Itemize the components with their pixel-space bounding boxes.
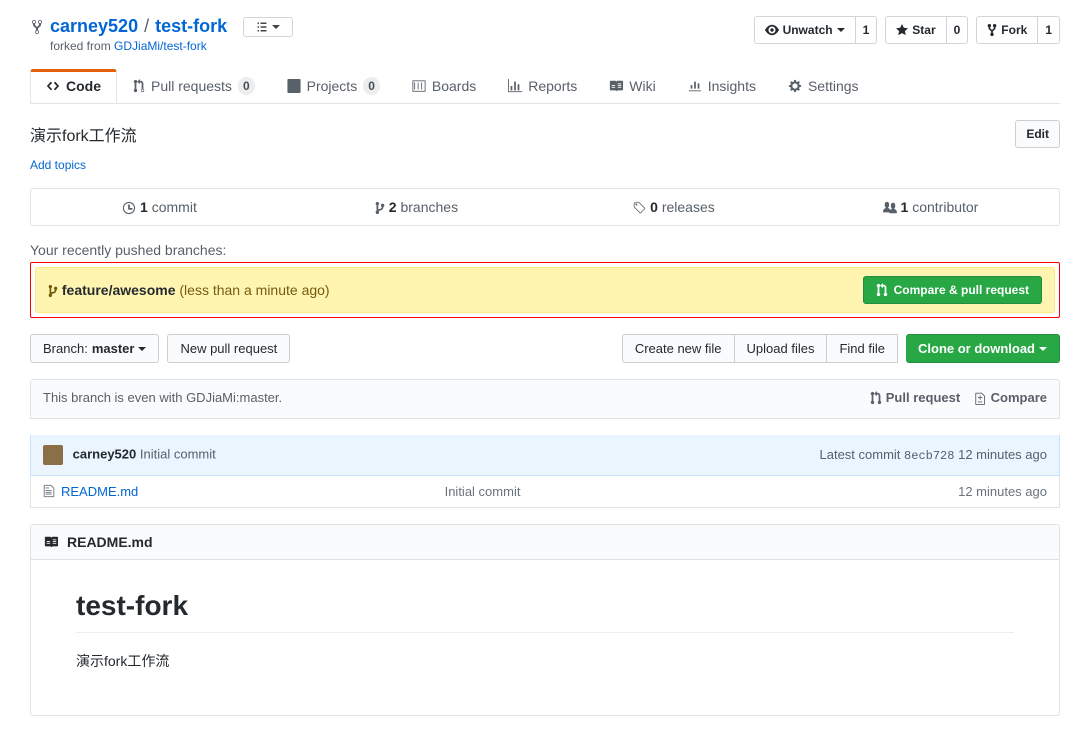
readme-p: 演示fork工作流: [76, 651, 1014, 671]
file-age: 12 minutes ago: [958, 484, 1047, 499]
fork-tree-button[interactable]: [243, 17, 293, 37]
avatar[interactable]: [43, 445, 63, 465]
repo-stats: 1 commit 2 branches 0 releases 1 contrib…: [30, 188, 1060, 226]
branch-select-button[interactable]: Branch: master: [30, 334, 159, 363]
readme-content: test-fork 演示fork工作流: [31, 560, 1059, 716]
book-icon: [609, 79, 623, 93]
releases-stat[interactable]: 0 releases: [545, 189, 802, 225]
readme-box: README.md test-fork 演示fork工作流: [30, 524, 1060, 717]
branch-comparison-bar: This branch is even with GDJiaMi:master.…: [30, 379, 1060, 419]
compare-link[interactable]: Compare: [975, 390, 1047, 405]
pull-request-link[interactable]: Pull request: [870, 390, 960, 405]
repo-description: 演示fork工作流: [30, 122, 137, 146]
git-branch-icon: [48, 284, 58, 298]
list-unordered-icon: [256, 21, 268, 33]
people-icon: [883, 201, 897, 215]
caret-icon: [138, 347, 146, 351]
branch-even-text: This branch is even with GDJiaMi:master.: [43, 390, 282, 408]
page-actions: Unwatch 1 Star 0 Fork 1: [754, 16, 1060, 44]
commit-message[interactable]: Initial commit: [140, 446, 216, 461]
tag-icon: [632, 201, 646, 215]
recent-branches-label: Your recently pushed branches:: [30, 242, 1060, 258]
gear-icon: [788, 79, 802, 93]
commits-stat[interactable]: 1 commit: [31, 189, 288, 225]
star-count[interactable]: 0: [947, 16, 969, 44]
tab-reports[interactable]: Reports: [492, 69, 593, 103]
pr-count: 0: [238, 77, 255, 95]
star-icon: [896, 23, 908, 37]
git-pull-request-icon: [133, 79, 145, 93]
contributors-stat[interactable]: 1 contributor: [802, 189, 1059, 225]
upload-files-button[interactable]: Upload files: [735, 334, 828, 363]
repo-name-link[interactable]: test-fork: [155, 16, 227, 37]
new-pull-request-button[interactable]: New pull request: [167, 334, 290, 363]
file-commit-message[interactable]: Initial commit: [445, 484, 959, 499]
repo-tabs: Code Pull requests0 Projects0 Boards Rep…: [30, 69, 1060, 104]
tab-insights[interactable]: Insights: [672, 69, 772, 103]
tab-wiki[interactable]: Wiki: [593, 69, 671, 103]
commit-age: 12 minutes ago: [958, 447, 1047, 462]
git-branch-icon: [375, 201, 385, 215]
clone-download-button[interactable]: Clone or download: [906, 334, 1060, 363]
file-link[interactable]: README.md: [61, 484, 138, 499]
watch-count[interactable]: 1: [856, 16, 878, 44]
latest-commit-bar: carney520 Initial commit Latest commit 8…: [30, 435, 1060, 476]
create-new-file-button[interactable]: Create new file: [622, 334, 735, 363]
repo-forked-icon: [987, 23, 997, 37]
fork-source-link[interactable]: GDJiaMi/test-fork: [114, 39, 207, 53]
star-button[interactable]: Star: [885, 16, 946, 44]
tab-projects[interactable]: Projects0: [271, 69, 396, 103]
edit-description-button[interactable]: Edit: [1015, 120, 1060, 148]
repo-header: carney520 / test-fork forked from GDJiaM…: [30, 0, 1060, 53]
repo-forked-icon: [30, 19, 44, 35]
book-icon: [43, 535, 59, 549]
recent-branch-highlight: feature/awesome (less than a minute ago)…: [30, 262, 1060, 318]
unwatch-button[interactable]: Unwatch: [754, 16, 856, 44]
path-separator: /: [144, 16, 149, 37]
find-file-button[interactable]: Find file: [827, 334, 898, 363]
readme-h1: test-fork: [76, 590, 1014, 633]
tab-code[interactable]: Code: [30, 69, 117, 103]
readme-header: README.md: [31, 525, 1059, 560]
repo-owner-link[interactable]: carney520: [50, 16, 138, 37]
graph-icon: [508, 79, 522, 93]
projects-count: 0: [363, 77, 380, 95]
fork-count[interactable]: 1: [1038, 16, 1060, 44]
caret-icon: [272, 25, 280, 29]
fork-button[interactable]: Fork: [976, 16, 1038, 44]
eye-icon: [765, 23, 779, 37]
history-icon: [122, 201, 136, 215]
commit-sha[interactable]: 8ecb728: [904, 449, 954, 463]
git-pull-request-icon: [876, 283, 888, 297]
recent-branch-time: (less than a minute ago): [179, 282, 329, 298]
file-row: README.md Initial commit 12 minutes ago: [30, 476, 1060, 508]
branches-stat[interactable]: 2 branches: [288, 189, 545, 225]
project-icon: [287, 79, 301, 93]
compare-pull-request-button[interactable]: Compare & pull request: [863, 276, 1042, 304]
code-icon: [46, 79, 60, 93]
file-navigation: Branch: master New pull request Create n…: [30, 334, 1060, 363]
git-pull-request-icon: [870, 391, 882, 405]
fork-source: forked from GDJiaMi/test-fork: [50, 39, 293, 53]
diff-icon: [975, 391, 987, 405]
commit-author[interactable]: carney520: [73, 446, 137, 461]
tab-boards[interactable]: Boards: [396, 69, 492, 103]
graph-icon: [688, 79, 702, 93]
caret-icon: [837, 28, 845, 32]
add-topics-link[interactable]: Add topics: [30, 158, 1060, 172]
tab-settings[interactable]: Settings: [772, 69, 875, 103]
file-icon: [43, 484, 55, 498]
boards-icon: [412, 79, 426, 93]
tab-pull-requests[interactable]: Pull requests0: [117, 69, 271, 103]
caret-icon: [1039, 347, 1047, 351]
recent-branch-row: feature/awesome (less than a minute ago)…: [35, 267, 1055, 313]
repo-title: carney520 / test-fork: [30, 16, 293, 37]
recent-branch-name[interactable]: feature/awesome: [62, 282, 176, 298]
